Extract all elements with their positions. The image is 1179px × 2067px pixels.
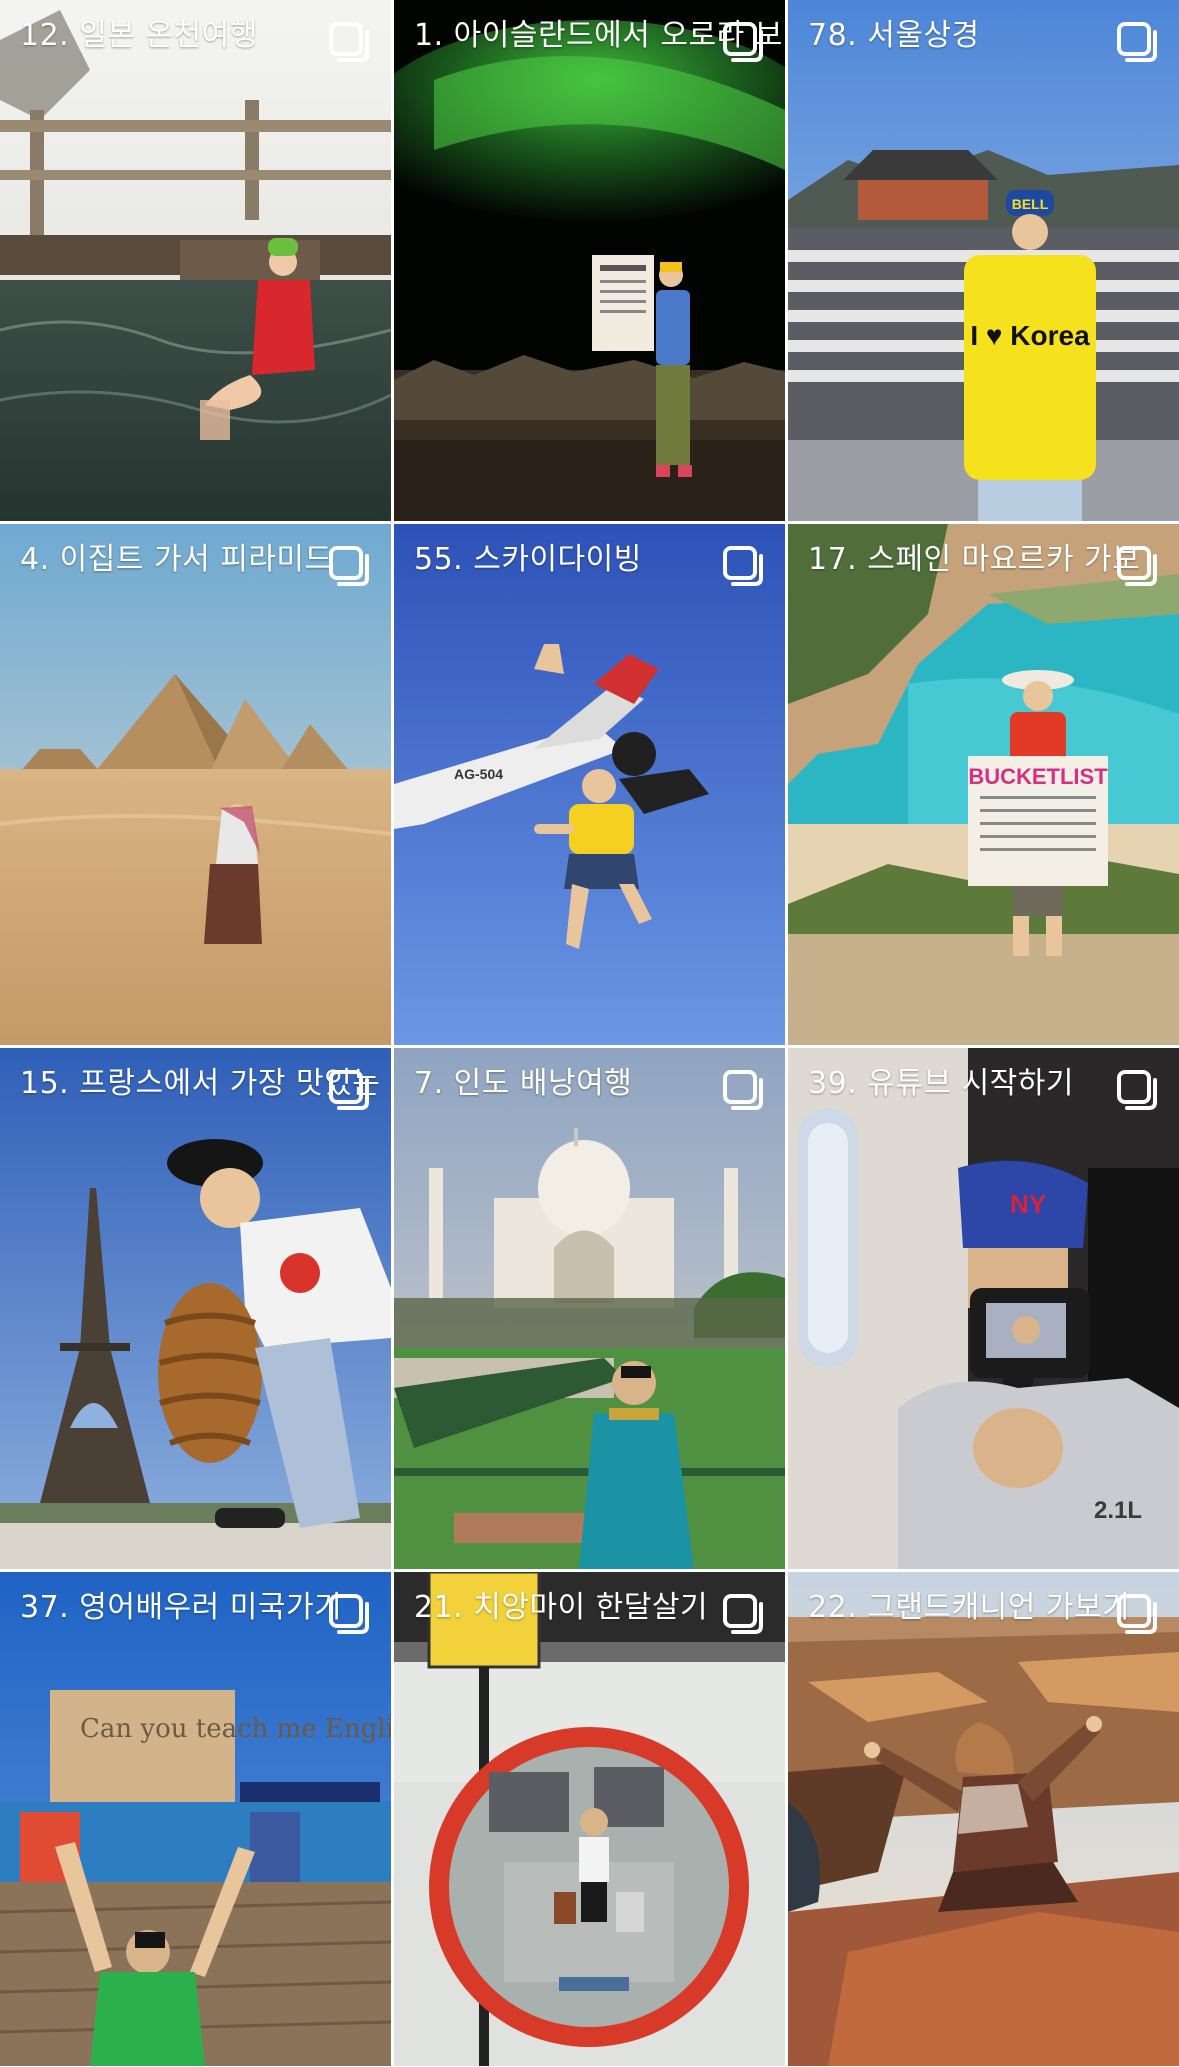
post-tile-japan-onsen[interactable]: 12. 일본 온천여행 <box>0 0 391 521</box>
seoul-photo: BELL I ♥ Korea <box>788 0 1179 521</box>
post-caption: 7. 인도 배낭여행 <box>414 1066 633 1101</box>
sign-text: BUCKETLIST <box>968 764 1108 789</box>
multi-page-icon <box>329 1594 369 1634</box>
multi-page-icon <box>329 1070 369 1110</box>
post-tile-iceland-aurora[interactable]: 1. 아이슬란드에서 오로라 보 <box>394 0 785 521</box>
grand-canyon-photo <box>788 1572 1179 2066</box>
post-caption: 55. 스카이다이빙 <box>414 542 642 577</box>
multi-page-icon <box>723 1594 763 1634</box>
post-tile-grand-canyon[interactable]: 22. 그랜드캐니언 가보기 <box>788 1572 1179 2066</box>
multi-page-icon <box>723 546 763 586</box>
sign-text: Can you teach me English? <box>80 1714 391 1744</box>
post-caption: 4. 이집트 가서 피라미드 <box>20 542 333 577</box>
onsen-photo <box>0 0 391 521</box>
post-tile-seoul[interactable]: BELL I ♥ Korea 78. 서울상경 <box>788 0 1179 521</box>
multi-page-icon <box>1117 1594 1157 1634</box>
post-caption: 15. 프랑스에서 가장 맛있는 빵 먹기 <box>20 1066 391 1101</box>
post-caption: 21. 치앙마이 한달살기 <box>414 1590 709 1625</box>
airplane-vlog-photo: NY 2.1L <box>788 1048 1179 1569</box>
cap-text: BELL <box>1012 196 1049 212</box>
profile-post-grid: 12. 일본 온천여행 1. 아이슬란드에서 오로라 보 BELL I ♥ Ko… <box>0 0 1179 2067</box>
post-caption: 78. 서울상경 <box>808 18 980 53</box>
post-tile-youtube-start[interactable]: NY 2.1L 39. 유튜브 시작하기 <box>788 1048 1179 1569</box>
post-tile-france-bread[interactable]: 15. 프랑스에서 가장 맛있는 빵 먹기 <box>0 1048 391 1569</box>
multi-page-icon <box>329 546 369 586</box>
hoodie-text: 2.1L <box>1094 1497 1142 1524</box>
paris-photo <box>0 1048 391 1569</box>
post-tile-india-backpacking[interactable]: 7. 인도 배낭여행 <box>394 1048 785 1569</box>
post-tile-skydiving[interactable]: AG-504 55. 스카이다이빙 <box>394 524 785 1045</box>
plane-text: AG-504 <box>454 766 503 782</box>
post-caption: 37. 영어배우러 미국가기 <box>20 1590 343 1625</box>
post-tile-usa-english[interactable]: Can you teach me English? 37. 영어배우러 미국가기 <box>0 1572 391 2066</box>
multi-page-icon <box>1117 546 1157 586</box>
svg-text:NY: NY <box>1010 1189 1046 1219</box>
aurora-photo <box>394 0 785 521</box>
post-caption: 17. 스페인 마요르카 가보 <box>808 542 1141 577</box>
post-tile-spain-mallorca[interactable]: BUCKETLIST 17. 스페인 마요르카 가보 <box>788 524 1179 1045</box>
post-tile-chiangmai-month[interactable]: 21. 치앙마이 한달살기 <box>394 1572 785 2066</box>
santa-monica-photo: Can you teach me English? <box>0 1572 391 2066</box>
post-tile-egypt-pyramids[interactable]: 4. 이집트 가서 피라미드 <box>0 524 391 1045</box>
taj-mahal-photo <box>394 1048 785 1569</box>
post-caption: 12. 일본 온천여행 <box>20 18 258 53</box>
multi-page-icon <box>1117 22 1157 62</box>
post-caption: 39. 유튜브 시작하기 <box>808 1066 1074 1101</box>
multi-page-icon <box>723 1070 763 1110</box>
skydiving-photo: AG-504 <box>394 524 785 1045</box>
shirt-text: I ♥ Korea <box>970 320 1090 351</box>
chiangmai-mirror-photo <box>394 1572 785 2066</box>
post-caption: 22. 그랜드캐니언 가보기 <box>808 1590 1131 1625</box>
multi-page-icon <box>329 22 369 62</box>
pyramids-photo <box>0 524 391 1045</box>
post-caption: 1. 아이슬란드에서 오로라 보 <box>414 18 783 53</box>
mallorca-photo: BUCKETLIST <box>788 524 1179 1045</box>
multi-page-icon <box>1117 1070 1157 1110</box>
multi-page-icon <box>723 22 763 62</box>
